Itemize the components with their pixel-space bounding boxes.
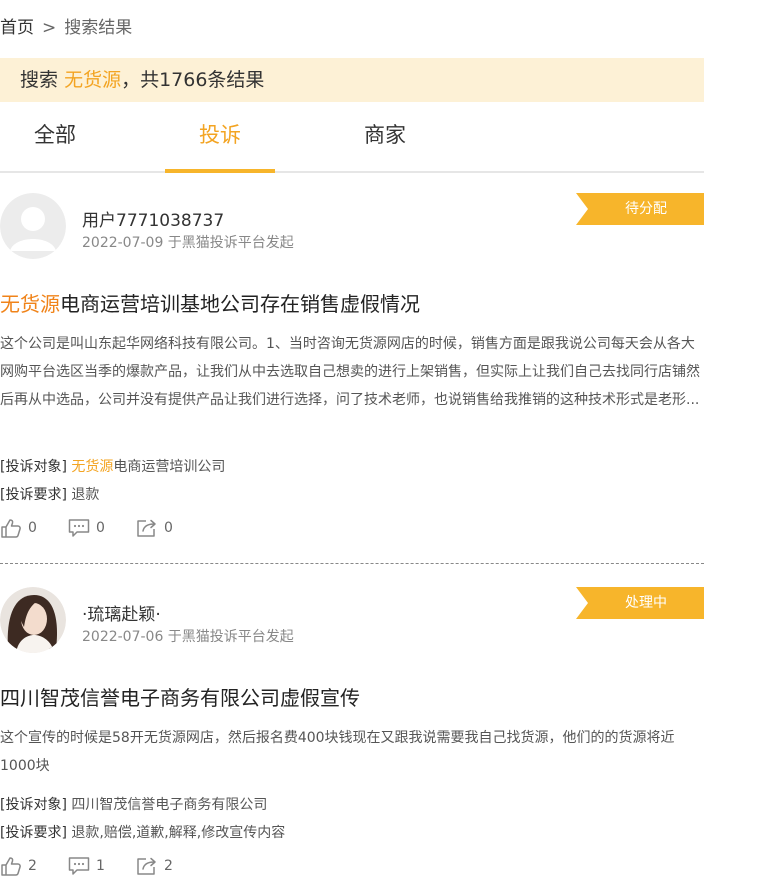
thumbs-up-icon	[1, 857, 21, 876]
summary-count: ，共1766条结果	[121, 69, 265, 91]
comment-button[interactable]: 1	[68, 856, 105, 876]
share-icon	[137, 519, 156, 537]
thumbs-up-icon	[1, 519, 21, 538]
search-summary: 搜索 无货源，共1766条结果	[0, 58, 704, 102]
target-label: [投诉对象]	[0, 797, 67, 813]
complaint-title[interactable]: 四川智茂信誉电子商务有限公司虚假宣传	[0, 682, 360, 711]
breadcrumb-separator: >	[42, 18, 57, 38]
status-badge: 处理中	[576, 587, 704, 619]
share-button[interactable]: 2	[136, 856, 173, 876]
breadcrumb-current: 搜索结果	[64, 18, 133, 38]
comment-count: 1	[96, 858, 105, 874]
tab-merchants[interactable]: 商家	[330, 103, 440, 171]
result-tabs: 全部 投诉 商家	[0, 103, 704, 173]
like-count: 0	[28, 520, 37, 536]
complaint-demand: [投诉要求] 退款,赔偿,道歉,解释,修改宣传内容	[0, 822, 285, 842]
status-badge: 待分配	[576, 193, 704, 225]
like-count: 2	[28, 858, 37, 874]
complaint-description: 这个公司是叫山东起华网络科技有限公司。1、当时咨询无货源网店的时候，销售方面是跟…	[0, 336, 700, 408]
share-button[interactable]: 0	[136, 518, 173, 538]
share-count: 2	[164, 858, 173, 874]
user-name[interactable]: 用户7771038737	[82, 206, 224, 231]
tab-complaints[interactable]: 投诉	[165, 103, 275, 173]
user-photo-avatar	[0, 587, 66, 653]
card-divider	[0, 563, 704, 564]
tab-all-label: 全部	[34, 123, 76, 147]
like-button[interactable]: 0	[0, 518, 37, 538]
target-value: 电商运营培训公司	[113, 459, 226, 475]
user-name[interactable]: ·琉璃赴颖·	[82, 600, 161, 625]
like-button[interactable]: 2	[0, 856, 37, 876]
target-keyword: 无货源	[71, 459, 114, 475]
complaint-target: [投诉对象] 四川智茂信誉电子商务有限公司	[0, 794, 267, 814]
demand-value: 退款	[71, 487, 100, 503]
complaint-target: [投诉对象] 无货源电商运营培训公司	[0, 456, 225, 476]
target-label: [投诉对象]	[0, 459, 67, 475]
tab-all[interactable]: 全部	[0, 103, 110, 171]
summary-keyword: 无货源	[64, 69, 122, 91]
comment-button[interactable]: 0	[68, 518, 105, 538]
title-text: 电商运营培训基地公司存在销售虚假情况	[60, 292, 420, 316]
complaint-meta: 2022-07-09 于黑猫投诉平台发起	[82, 235, 294, 251]
complaint-card[interactable]: 用户7771038737 2022-07-09 于黑猫投诉平台发起 待分配 无货…	[0, 193, 704, 553]
complaint-actions: 2 1 2	[0, 856, 300, 878]
comment-icon	[68, 857, 90, 875]
share-icon	[137, 857, 156, 875]
complaint-title[interactable]: 无货源电商运营培训基地公司存在销售虚假情况	[0, 288, 420, 317]
avatar[interactable]	[0, 587, 66, 653]
breadcrumb-home-link[interactable]: 首页	[0, 18, 34, 38]
complaint-description: 这个宣传的时候是58开无货源网店，然后报名费400块钱现在又跟我说需要我自己找货…	[0, 730, 675, 774]
comment-count: 0	[96, 520, 105, 536]
complaint-actions: 0 0 0	[0, 518, 300, 540]
complaint-card[interactable]: ·琉璃赴颖· 2022-07-06 于黑猫投诉平台发起 处理中 四川智茂信誉电子…	[0, 587, 704, 880]
tab-complaints-label: 投诉	[199, 123, 241, 147]
default-avatar-icon	[0, 193, 66, 259]
demand-label: [投诉要求]	[0, 825, 67, 841]
tab-merchants-label: 商家	[364, 123, 406, 147]
complaint-meta: 2022-07-06 于黑猫投诉平台发起	[82, 629, 294, 645]
summary-prefix: 搜索	[20, 69, 59, 91]
active-tab-indicator	[165, 169, 275, 173]
target-value: 四川智茂信誉电子商务有限公司	[71, 797, 268, 813]
share-count: 0	[164, 520, 173, 536]
complaint-demand: [投诉要求] 退款	[0, 484, 99, 504]
title-text: 四川智茂信誉电子商务有限公司虚假宣传	[0, 686, 360, 710]
demand-value: 退款,赔偿,道歉,解释,修改宣传内容	[71, 825, 286, 841]
demand-label: [投诉要求]	[0, 487, 67, 503]
breadcrumb: 首页 > 搜索结果	[0, 13, 132, 38]
avatar[interactable]	[0, 193, 66, 259]
title-keyword: 无货源	[0, 292, 60, 316]
comment-icon	[68, 519, 90, 537]
